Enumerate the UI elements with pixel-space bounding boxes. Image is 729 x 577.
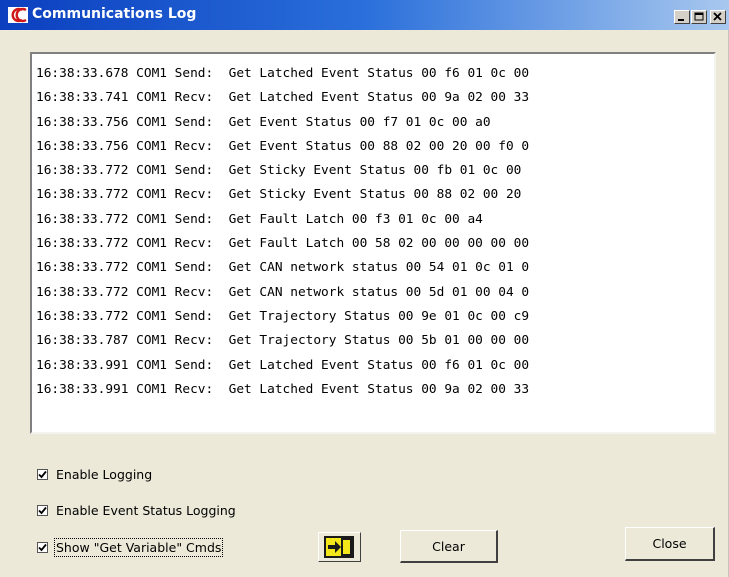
- maximize-button[interactable]: [691, 10, 707, 24]
- show-get-variable-cmds-label: Show "Get Variable" Cmds: [53, 537, 224, 557]
- enable-logging-checkbox[interactable]: [37, 468, 48, 480]
- log-line: 16:38:33.772 COM1 Send: Get Sticky Event…: [36, 163, 522, 179]
- log-line: 16:38:33.678 COM1 Send: Get Latched Even…: [36, 66, 530, 81]
- close-window-button[interactable]: [710, 10, 726, 24]
- minimize-button[interactable]: [674, 10, 690, 24]
- logo-icon: [8, 7, 28, 23]
- log-line: 16:38:33.741 COM1 Recv: Get Latched Even…: [36, 90, 530, 106]
- log-listbox[interactable]: 16:38:33.678 COM1 Send: Get Latched Even…: [30, 52, 716, 434]
- window-title: Communications Log: [32, 6, 197, 22]
- maximize-icon: [694, 12, 704, 21]
- checkmark-icon: [38, 470, 47, 478]
- show-get-variable-cmds-checkbox[interactable]: [37, 541, 48, 553]
- log-line: 16:38:33.787 COM1 Recv: Get Trajectory S…: [36, 333, 530, 349]
- show-get-variable-cmds-option[interactable]: Show "Get Variable" Cmds: [37, 537, 224, 557]
- enable-event-status-logging-option[interactable]: Enable Event Status Logging: [37, 502, 236, 518]
- log-line: 16:38:33.772 COM1 Recv: Get Fault Latch …: [36, 236, 530, 252]
- checkmark-icon: [38, 506, 47, 514]
- log-line: 16:38:33.772 COM1 Recv: Get CAN network …: [36, 284, 530, 300]
- close-icon: [713, 12, 722, 21]
- minimize-icon: [678, 19, 684, 21]
- communications-log-window: Communications Log 16:38:33.678 COM1 Sen…: [0, 0, 729, 577]
- clear-button[interactable]: Clear: [400, 530, 498, 563]
- log-line: 16:38:33.772 COM1 Send: Get Fault Latch …: [36, 211, 483, 227]
- log-line: 16:38:33.772 COM1 Recv: Get Sticky Event…: [36, 187, 522, 203]
- checkmark-icon: [38, 543, 47, 551]
- log-line: 16:38:33.991 COM1 Recv: Get Latched Even…: [36, 381, 530, 397]
- enable-event-status-logging-label: Enable Event Status Logging: [56, 502, 236, 518]
- log-line: 16:38:33.772 COM1 Send: Get Trajectory S…: [36, 308, 530, 324]
- enable-logging-option[interactable]: Enable Logging: [37, 466, 152, 482]
- save-log-button[interactable]: [318, 532, 361, 562]
- log-line: 16:38:33.756 COM1 Recv: Get Event Status…: [36, 138, 530, 154]
- title-bar[interactable]: Communications Log: [0, 0, 729, 30]
- log-line: 16:38:33.991 COM1 Send: Get Latched Even…: [36, 357, 530, 373]
- close-button[interactable]: Close: [625, 527, 715, 561]
- log-line: 16:38:33.772 COM1 Send: Get CAN network …: [36, 260, 530, 276]
- enable-event-status-logging-checkbox[interactable]: [37, 504, 48, 516]
- save-log-icon: [324, 536, 354, 558]
- log-line: 16:38:33.756 COM1 Send: Get Event Status…: [36, 114, 491, 130]
- enable-logging-label: Enable Logging: [56, 466, 153, 482]
